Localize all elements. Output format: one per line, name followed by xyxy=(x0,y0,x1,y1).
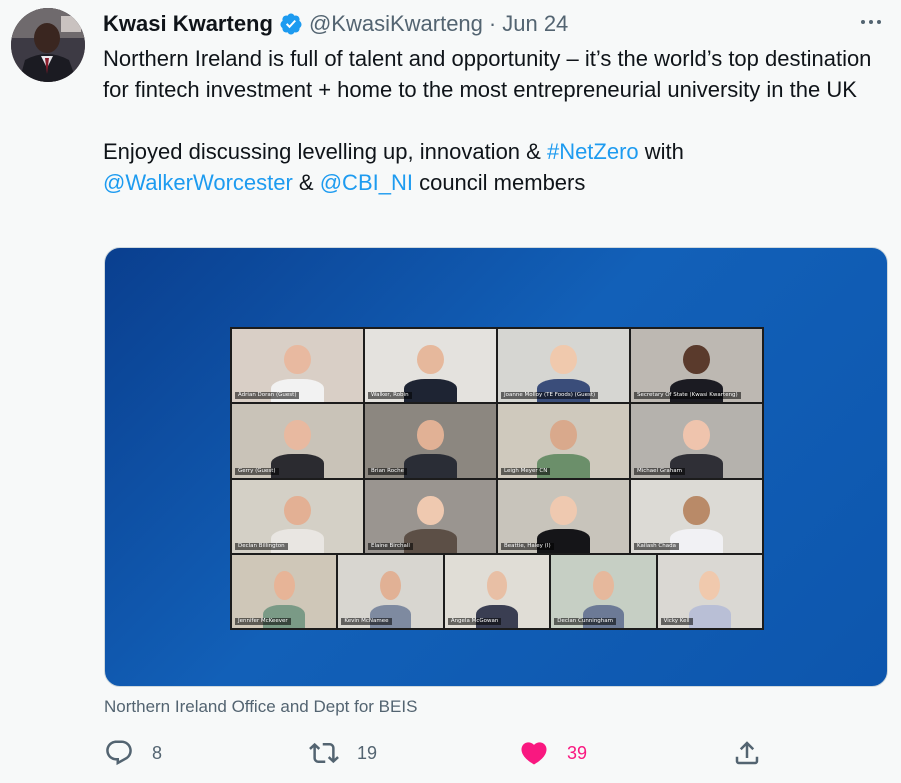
participant-body xyxy=(271,454,324,478)
participant-label: Gerry (Guest) xyxy=(235,467,279,475)
participant-tile: Kailash Chada xyxy=(631,479,762,553)
participant-label: Kailash Chada xyxy=(634,542,679,550)
retweet-icon xyxy=(309,742,339,764)
tweet-actions: 8 19 39 xyxy=(104,735,884,771)
share-button[interactable] xyxy=(732,735,762,771)
participant-head xyxy=(380,570,402,601)
text-segment: council members xyxy=(412,170,586,195)
text-segment: with xyxy=(638,139,684,164)
heart-filled-icon xyxy=(521,742,547,765)
participant-label: Declan Cunningham xyxy=(554,618,617,625)
participant-tile: Leigh Meyer CN xyxy=(498,404,629,478)
retweet-button[interactable]: 19 xyxy=(309,735,377,771)
participant-body xyxy=(404,454,457,478)
participant-head xyxy=(273,570,295,601)
participant-label: Secretary Of State (Kwasi Kwarteng) xyxy=(634,392,741,400)
participant-head xyxy=(417,420,444,450)
participant-tile: Kevin McNamee xyxy=(338,554,443,628)
participant-tile: Beattie, Haley (I) xyxy=(498,479,629,553)
display-name[interactable]: Kwasi Kwarteng xyxy=(103,11,273,37)
participant-label: Joanne Molloy (TE Foods) (Guest) xyxy=(501,392,599,400)
participant-head xyxy=(550,495,577,525)
reply-icon xyxy=(106,740,132,766)
participant-tile: Joanne Molloy (TE Foods) (Guest) xyxy=(498,329,629,403)
separator: · xyxy=(488,11,497,36)
participant-label: Walker, Robin xyxy=(368,392,412,400)
participant-head xyxy=(284,345,311,375)
participant-head xyxy=(550,420,577,450)
retweet-count: 19 xyxy=(357,742,378,763)
participant-tile: Walker, Robin xyxy=(365,329,496,403)
participant-label: Adrian Doran (Guest) xyxy=(235,392,300,400)
video-call-grid: Adrian Doran (Guest) Walker, Robin Joanne … xyxy=(230,327,764,630)
avatar[interactable] xyxy=(11,8,85,82)
text-segment: & xyxy=(292,170,320,195)
participant-tile: Vicky Kell xyxy=(657,554,763,628)
participant-label: Brian Roche xyxy=(368,467,407,475)
participant-label: Michael Graham xyxy=(634,467,685,475)
reply-button[interactable]: 8 xyxy=(104,735,162,771)
participant-head xyxy=(550,345,577,375)
participant-label: Kevin McNamee xyxy=(341,618,392,625)
participant-label: Elaine Birchall xyxy=(368,542,413,550)
participant-tile: Brian Roche xyxy=(365,404,496,478)
participant-tile: Gerry (Guest) xyxy=(232,404,363,478)
more-options-icon[interactable] xyxy=(855,8,887,36)
participant-label: Angela McGowan xyxy=(447,618,502,625)
media-caption[interactable]: Northern Ireland Office and Dept for BEI… xyxy=(104,697,417,717)
participant-head xyxy=(417,495,444,525)
participant-label: Jennifer McKeever xyxy=(235,618,291,625)
participant-tile: Jennifer McKeever xyxy=(232,554,337,628)
tweet-paragraph-1: Northern Ireland is full of talent and o… xyxy=(103,46,872,102)
participant-tile: Michael Graham xyxy=(631,404,762,478)
participant-tile: Secretary Of State (Kwasi Kwarteng) xyxy=(631,329,762,403)
mention-link[interactable]: @WalkerWorcester xyxy=(103,170,293,195)
participant-label: Declan Billington xyxy=(235,542,288,550)
participant-label: Beattie, Haley (I) xyxy=(501,542,554,550)
participant-head xyxy=(592,570,614,601)
participant-head xyxy=(284,495,311,525)
participant-row: Jennifer McKeever Kevin McNamee Angela McG… xyxy=(232,554,763,628)
verified-badge-icon xyxy=(279,12,303,36)
share-icon xyxy=(735,741,759,765)
participant-head xyxy=(683,345,710,375)
participant-label: Leigh Meyer CN xyxy=(501,467,551,475)
tweet-media-image[interactable]: Adrian Doran (Guest) Walker, Robin Joanne … xyxy=(104,247,888,687)
participant-head xyxy=(284,420,311,450)
tweet-paragraph-2: Enjoyed discussing levelling up, innovat… xyxy=(103,136,883,198)
like-button[interactable]: 39 xyxy=(519,735,587,771)
participant-tile: Angela McGowan xyxy=(444,554,550,628)
participant-head xyxy=(683,420,710,450)
participant-tile: Declan Billington xyxy=(232,479,363,553)
participant-label: Vicky Kell xyxy=(660,618,693,625)
participant-head xyxy=(417,345,444,375)
handle[interactable]: @KwasiKwarteng xyxy=(309,11,483,37)
participant-body xyxy=(688,604,731,628)
participant-body xyxy=(404,378,457,403)
participant-head xyxy=(683,495,710,525)
participant-tile: Adrian Doran (Guest) xyxy=(232,329,363,403)
text-segment: Enjoyed discussing levelling up, innovat… xyxy=(103,139,547,164)
tweet-header: Kwasi Kwarteng @KwasiKwarteng · Jun 24 xyxy=(103,10,568,38)
participant-tile: Elaine Birchall xyxy=(365,479,496,553)
tweet-text: Northern Ireland is full of talent and o… xyxy=(103,43,883,198)
participant-tile: Declan Cunningham xyxy=(551,554,656,628)
reply-count: 8 xyxy=(152,742,163,763)
avatar-image xyxy=(11,8,85,82)
mention-link[interactable]: @CBI_NI xyxy=(320,170,413,195)
like-count: 39 xyxy=(567,742,588,763)
hashtag-link[interactable]: #NetZero xyxy=(547,139,639,164)
tweet-date[interactable]: Jun 24 xyxy=(502,11,568,37)
